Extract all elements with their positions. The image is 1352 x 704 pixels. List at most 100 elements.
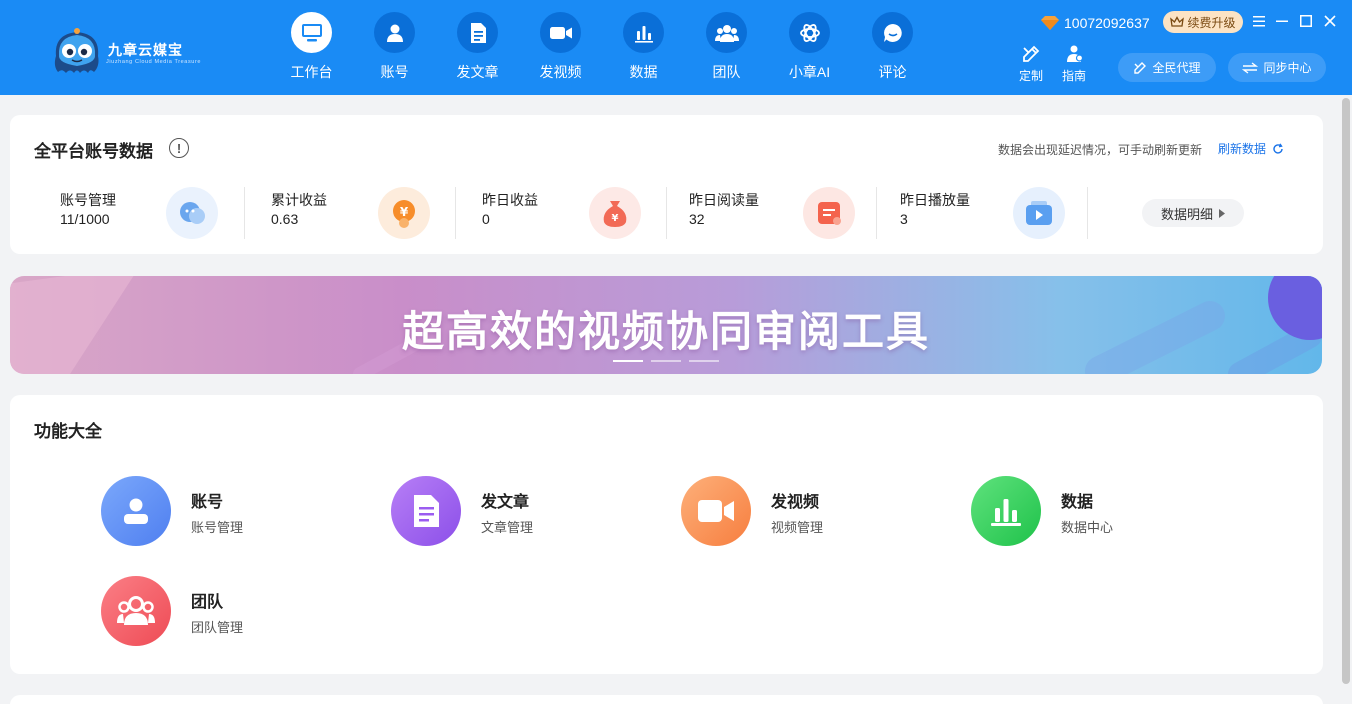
team-icon xyxy=(714,24,739,42)
banner-pagination xyxy=(613,360,719,363)
function-team[interactable]: 团队 团队管理 xyxy=(101,576,341,648)
close-button[interactable] xyxy=(1321,11,1339,31)
next-section-card xyxy=(10,695,1323,704)
app-window: { "app": {"name": "九章云媒宝", "name_en": "J… xyxy=(0,0,1352,704)
video-camera-icon xyxy=(681,476,751,546)
agent-button[interactable]: 全民代理 xyxy=(1118,53,1216,82)
functions-title: 功能大全 xyxy=(34,422,102,441)
guide-label: 指南 xyxy=(1061,69,1086,83)
sync-center-button[interactable]: 同步中心 xyxy=(1228,53,1326,82)
promo-banner[interactable]: 超高效的视频协同审阅工具 xyxy=(10,276,1322,374)
function-subtitle: 视频管理 xyxy=(771,520,824,535)
nav-label: 工作台 xyxy=(290,64,333,80)
menu-button[interactable] xyxy=(1250,11,1268,31)
stat-divider xyxy=(455,187,456,239)
nav-item-workbench[interactable]: 工作台 xyxy=(270,0,353,95)
stat-value: 0.63 xyxy=(271,211,299,227)
user-icon xyxy=(101,476,171,546)
svg-text:¥: ¥ xyxy=(400,205,409,219)
bar-chart-icon xyxy=(634,25,653,43)
function-title: 团队 xyxy=(191,594,224,611)
function-video[interactable]: 发视频 视频管理 xyxy=(681,476,921,548)
nav-item-article[interactable]: 发文章 xyxy=(436,0,519,95)
document-icon xyxy=(391,476,461,546)
function-title: 发视频 xyxy=(771,494,820,511)
hamburger-menu-icon xyxy=(1253,15,1265,26)
caret-right-icon xyxy=(1219,208,1225,218)
info-icon[interactable]: ! xyxy=(169,138,189,158)
sync-label: 同步中心 xyxy=(1263,61,1312,75)
stat-label: 昨日收益 xyxy=(482,192,538,208)
refresh-label: 刷新数据 xyxy=(1218,142,1267,156)
function-title: 账号 xyxy=(191,494,224,511)
function-subtitle: 文章管理 xyxy=(481,520,534,535)
nav-label: 发文章 xyxy=(456,64,499,80)
function-title: 数据 xyxy=(1061,494,1094,511)
function-subtitle: 团队管理 xyxy=(191,620,244,635)
stat-divider xyxy=(244,187,245,239)
nav-item-ai[interactable]: 小章AI xyxy=(768,0,851,95)
nav-label: 小章AI xyxy=(788,64,831,80)
bar-chart-icon xyxy=(971,476,1041,546)
maximize-button[interactable] xyxy=(1297,11,1315,31)
stat-value: 0 xyxy=(482,211,490,227)
stat-divider xyxy=(1087,187,1088,239)
detail-label: 数据明细 xyxy=(1160,206,1213,222)
app-logo[interactable]: 九章云媒宝 Jiuzhang Cloud Media Treasure xyxy=(50,22,220,78)
stat-label: 累计收益 xyxy=(271,192,327,208)
maximize-icon xyxy=(1300,15,1312,27)
user-id-badge[interactable]: 10072092637 xyxy=(1040,13,1150,33)
function-account[interactable]: 账号 账号管理 xyxy=(101,476,341,548)
renew-upgrade-button[interactable]: 续费升级 xyxy=(1163,11,1243,33)
stat-label: 昨日播放量 xyxy=(900,192,970,208)
nav-item-comment[interactable]: 评论 xyxy=(851,0,934,95)
agent-label: 全民代理 xyxy=(1152,61,1201,75)
functions-card: 功能大全 账号 账号管理 发文章 文章管理 发视频 视频管理 数据 数据中心 团… xyxy=(10,395,1323,674)
nav-item-data[interactable]: 数据 xyxy=(602,0,685,95)
data-detail-button[interactable]: 数据明细 xyxy=(1142,199,1244,227)
user-id: 10072092637 xyxy=(1064,15,1150,31)
scrollbar-thumb[interactable] xyxy=(1342,98,1350,684)
nav-label: 数据 xyxy=(629,64,658,80)
stat-label: 账号管理 xyxy=(60,192,116,208)
app-name-en: Jiuzhang Cloud Media Treasure xyxy=(106,59,202,65)
stat-label: 昨日阅读量 xyxy=(689,192,759,208)
top-header: 九章云媒宝 Jiuzhang Cloud Media Treasure 工作台 … xyxy=(0,0,1352,95)
function-subtitle: 数据中心 xyxy=(1061,520,1114,535)
stat-yesterday-plays[interactable]: 昨日播放量 3 xyxy=(900,185,1111,245)
function-data[interactable]: 数据 数据中心 xyxy=(971,476,1211,548)
stat-divider xyxy=(666,187,667,239)
nav-item-team[interactable]: 团队 xyxy=(685,0,768,95)
nav-label: 账号 xyxy=(380,64,409,80)
diamond-icon xyxy=(1041,16,1059,30)
banner-dot-3[interactable] xyxy=(689,360,719,362)
stat-value: 3 xyxy=(900,211,908,227)
nav-item-account[interactable]: 账号 xyxy=(353,0,436,95)
banner-dot-1[interactable] xyxy=(613,360,643,362)
banner-dot-2[interactable] xyxy=(651,360,681,362)
customize-icon xyxy=(1023,45,1040,62)
read-icon xyxy=(803,187,855,239)
stat-yesterday-income[interactable]: 昨日收益 0 ¥ xyxy=(482,185,693,245)
refresh-data-button[interactable]: 刷新数据 xyxy=(1218,140,1284,157)
function-article[interactable]: 发文章 文章管理 xyxy=(391,476,631,548)
guide-icon xyxy=(1067,45,1084,62)
stat-yesterday-reads[interactable]: 昨日阅读量 32 xyxy=(689,185,900,245)
stat-total-income[interactable]: 累计收益 0.63 ¥ xyxy=(271,185,482,245)
customize-button[interactable]: 定制 xyxy=(1011,44,1051,88)
user-icon xyxy=(386,24,403,42)
ai-knot-icon xyxy=(799,23,820,42)
minimize-button[interactable] xyxy=(1273,11,1291,31)
guide-button[interactable]: 指南 xyxy=(1054,44,1094,88)
sync-arrows-icon xyxy=(1242,61,1259,74)
stat-account-manage[interactable]: 账号管理 11/1000 xyxy=(60,185,271,245)
crown-icon xyxy=(1170,16,1185,27)
stats-title: 全平台账号数据 xyxy=(34,142,153,161)
platform-stats-card: 全平台账号数据 ! 数据会出现延迟情况，可手动刷新更新 刷新数据 账号管理 11… xyxy=(10,115,1323,254)
stat-value: 32 xyxy=(689,211,705,227)
nav-label: 发视频 xyxy=(539,64,582,80)
nav-item-video[interactable]: 发视频 xyxy=(519,0,602,95)
svg-text:¥: ¥ xyxy=(612,213,619,224)
app-name: 九章云媒宝 xyxy=(108,42,183,58)
customize-label: 定制 xyxy=(1018,69,1043,83)
